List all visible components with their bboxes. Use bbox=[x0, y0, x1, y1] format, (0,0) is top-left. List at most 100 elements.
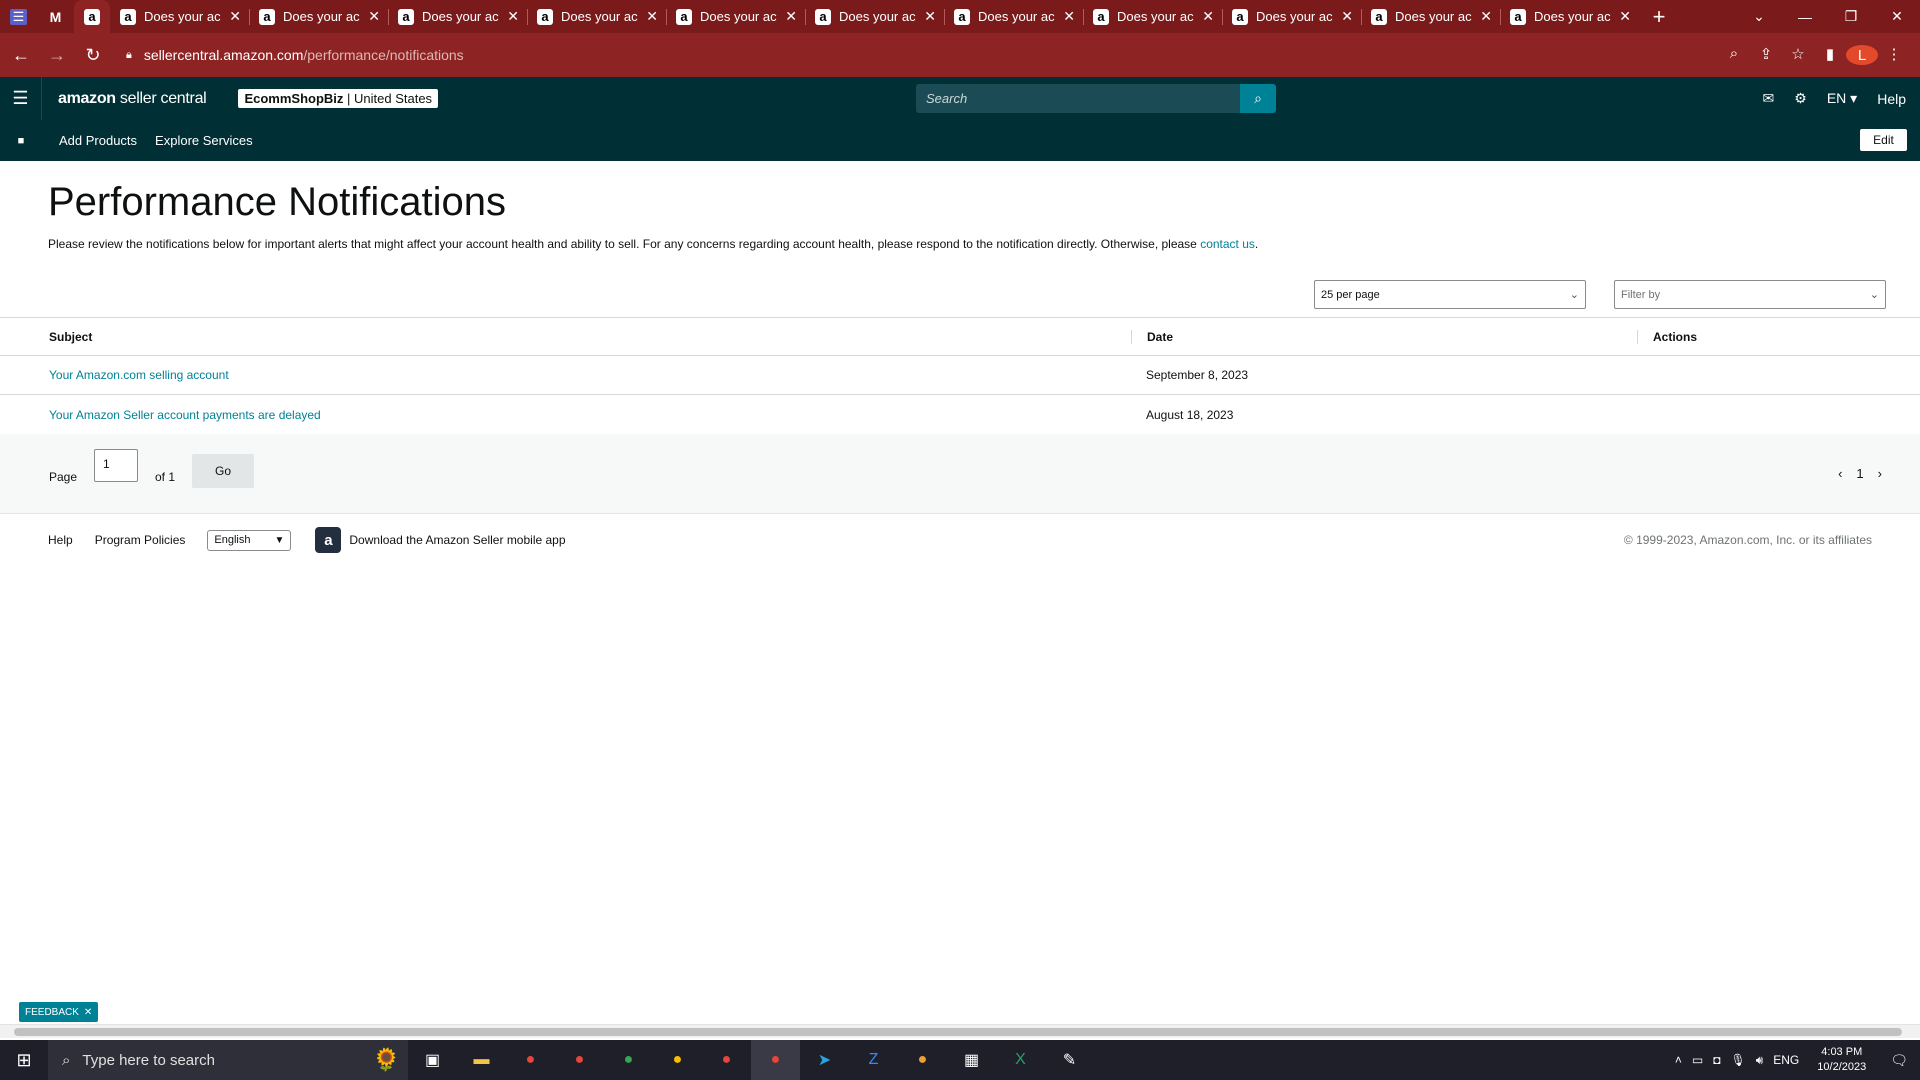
side-panel-icon[interactable]: ▮ bbox=[1814, 45, 1846, 65]
back-arrow-icon[interactable]: ← bbox=[6, 45, 36, 66]
download-app-link[interactable]: Download the Amazon Seller mobile app bbox=[349, 533, 565, 547]
page-number-input[interactable]: 1 bbox=[94, 449, 138, 482]
close-window-icon[interactable]: ✕ bbox=[1874, 0, 1920, 33]
search-input[interactable]: Search bbox=[916, 84, 1240, 113]
app-icon[interactable]: ● bbox=[898, 1040, 947, 1080]
tab-close-icon[interactable]: ✕ bbox=[1063, 8, 1075, 25]
gear-icon[interactable]: ⚙ bbox=[1794, 90, 1807, 107]
filter-select[interactable]: Filter by ⌄ bbox=[1614, 280, 1886, 309]
tab-close-icon[interactable]: ✕ bbox=[924, 8, 936, 25]
footer-language-select[interactable]: English ▼ bbox=[207, 529, 292, 551]
chevron-left-icon[interactable]: ‹ bbox=[1838, 466, 1842, 481]
tab-search-icon[interactable]: ☰ bbox=[0, 0, 37, 33]
tab-close-icon[interactable]: ✕ bbox=[368, 8, 380, 25]
zoom-icon[interactable]: ⌕ bbox=[1718, 45, 1750, 65]
chrome-icon[interactable]: ● bbox=[506, 1040, 555, 1080]
browser-tab[interactable]: a Does your ac ✕ bbox=[249, 0, 388, 33]
bookmark-icon[interactable]: ■ bbox=[0, 135, 42, 147]
browser-tab[interactable]: a Does your ac ✕ bbox=[1083, 0, 1222, 33]
input-language[interactable]: ENG bbox=[1773, 1053, 1799, 1067]
search-button[interactable]: ⌕ bbox=[1240, 84, 1276, 113]
tab-close-icon[interactable]: ✕ bbox=[646, 8, 658, 25]
seller-app-icon[interactable]: a bbox=[315, 527, 342, 553]
url-field[interactable]: 🔒︎ sellercentral.amazon.com/performance/… bbox=[126, 47, 1718, 63]
lock-icon[interactable]: 🔒︎ bbox=[126, 49, 132, 62]
bookmark-star-icon[interactable]: ☆ bbox=[1782, 45, 1814, 65]
feedback-button[interactable]: FEEDBACK ✕ bbox=[19, 1002, 99, 1022]
language-selector[interactable]: EN ▾ bbox=[1827, 90, 1857, 107]
telegram-icon[interactable]: ➤ bbox=[800, 1040, 849, 1080]
browser-tab[interactable]: a Does your ac ✕ bbox=[1500, 0, 1639, 33]
per-page-select[interactable]: 25 per page ⌄ bbox=[1314, 280, 1586, 309]
edit-button[interactable]: Edit bbox=[1860, 129, 1907, 151]
reload-icon[interactable]: ↻ bbox=[78, 45, 108, 66]
app-icon[interactable]: ✎ bbox=[1045, 1040, 1094, 1080]
browser-tab[interactable]: a Does your ac ✕ bbox=[805, 0, 944, 33]
forward-arrow-icon[interactable]: → bbox=[42, 45, 72, 66]
notification-subject-link[interactable]: Your Amazon.com selling account bbox=[49, 368, 229, 382]
clock[interactable]: 4:03 PM 10/2/2023 bbox=[1817, 1045, 1866, 1075]
scrollbar-thumb[interactable] bbox=[14, 1028, 1902, 1036]
new-tab-button[interactable]: + bbox=[1639, 0, 1679, 33]
gmail-tab[interactable]: M bbox=[37, 0, 74, 33]
calculator-icon[interactable]: ▦ bbox=[947, 1040, 996, 1080]
footer-help-link[interactable]: Help bbox=[48, 533, 73, 547]
close-icon[interactable]: ✕ bbox=[84, 1007, 92, 1018]
browser-tab[interactable]: a Does your ac ✕ bbox=[944, 0, 1083, 33]
footer-policies-link[interactable]: Program Policies bbox=[95, 533, 186, 547]
chrome-icon[interactable]: ● bbox=[555, 1040, 604, 1080]
excel-icon[interactable]: X bbox=[996, 1040, 1045, 1080]
taskbar-search[interactable]: ⌕ Type here to search 🌻 bbox=[48, 1040, 408, 1080]
chrome-icon[interactable]: ● bbox=[751, 1040, 800, 1080]
go-button[interactable]: Go bbox=[192, 454, 254, 488]
tab-close-icon[interactable]: ✕ bbox=[1202, 8, 1214, 25]
network-icon[interactable]: ▭ bbox=[1692, 1053, 1703, 1067]
nav-explore-services[interactable]: Explore Services bbox=[155, 133, 253, 148]
chrome-icon[interactable]: ● bbox=[604, 1040, 653, 1080]
page-number[interactable]: 1 bbox=[1856, 466, 1863, 481]
notification-icon[interactable]: 🗨︎ bbox=[1890, 1052, 1908, 1069]
hamburger-menu-icon[interactable]: ☰ bbox=[0, 77, 42, 120]
profile-avatar[interactable]: L bbox=[1846, 45, 1878, 65]
tab-close-icon[interactable]: ✕ bbox=[785, 8, 797, 25]
notification-date: August 18, 2023 bbox=[1146, 407, 1234, 422]
store-switcher[interactable]: EcommShopBiz | United States bbox=[238, 89, 439, 108]
column-date[interactable]: Date bbox=[1131, 329, 1637, 344]
restore-icon[interactable]: ❐ bbox=[1828, 0, 1874, 33]
chrome-icon[interactable]: ● bbox=[653, 1040, 702, 1080]
tab-list-chevron-icon[interactable]: ⌄ bbox=[1736, 0, 1782, 33]
camera-icon[interactable]: ◘ bbox=[1713, 1053, 1720, 1067]
tab-close-icon[interactable]: ✕ bbox=[507, 8, 519, 25]
browser-tab[interactable]: a Does your ac ✕ bbox=[666, 0, 805, 33]
windows-start-icon[interactable]: ⊞ bbox=[0, 1050, 48, 1071]
tab-close-icon[interactable]: ✕ bbox=[229, 8, 241, 25]
tab-close-icon[interactable]: ✕ bbox=[1619, 8, 1631, 25]
horizontal-scrollbar[interactable] bbox=[0, 1024, 1920, 1038]
notification-subject-link[interactable]: Your Amazon Seller account payments are … bbox=[49, 408, 321, 422]
file-explorer-icon[interactable]: ▬ bbox=[457, 1040, 506, 1080]
minimize-icon[interactable]: — bbox=[1782, 0, 1828, 33]
volume-icon[interactable]: 🔊︎ bbox=[1756, 1053, 1764, 1068]
chevron-right-icon[interactable]: › bbox=[1878, 466, 1882, 481]
tab-close-icon[interactable]: ✕ bbox=[1341, 8, 1353, 25]
column-subject[interactable]: Subject bbox=[0, 330, 1131, 344]
mail-icon[interactable]: ✉ bbox=[1763, 90, 1775, 107]
nav-add-products[interactable]: Add Products bbox=[59, 133, 137, 148]
browser-tab[interactable]: a Does your ac ✕ bbox=[388, 0, 527, 33]
browser-tab[interactable]: a Does your ac ✕ bbox=[1222, 0, 1361, 33]
active-tab[interactable]: a bbox=[74, 0, 110, 33]
microphone-icon[interactable]: 🎙︎ bbox=[1730, 1053, 1745, 1067]
chrome-icon[interactable]: ● bbox=[702, 1040, 751, 1080]
contact-us-link[interactable]: contact us bbox=[1200, 237, 1255, 251]
chevron-up-icon[interactable]: ˄ bbox=[1675, 1053, 1682, 1067]
browser-tab[interactable]: a Does your ac ✕ bbox=[1361, 0, 1500, 33]
seller-central-logo[interactable]: amazon seller central bbox=[58, 90, 207, 108]
browser-tab[interactable]: a Does your ac ✕ bbox=[110, 0, 249, 33]
tab-close-icon[interactable]: ✕ bbox=[1480, 8, 1492, 25]
browser-tab[interactable]: a Does your ac ✕ bbox=[527, 0, 666, 33]
browser-menu-icon[interactable]: ⋮ bbox=[1878, 45, 1910, 65]
share-icon[interactable]: ⇪ bbox=[1750, 45, 1782, 65]
task-view-icon[interactable]: ▣ bbox=[408, 1040, 457, 1080]
help-link[interactable]: Help bbox=[1877, 91, 1906, 107]
zoom-app-icon[interactable]: Z bbox=[849, 1040, 898, 1080]
